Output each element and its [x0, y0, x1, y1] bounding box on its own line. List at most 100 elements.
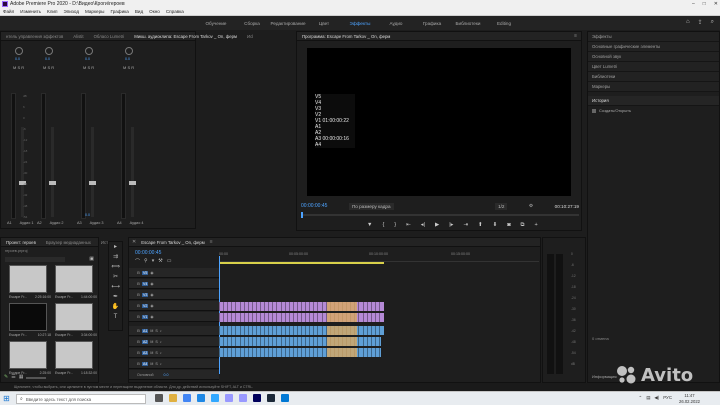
add-marker-icon[interactable]: ▾	[152, 258, 155, 265]
pan-value[interactable]: 0.0	[45, 57, 50, 61]
workspace-tab-5[interactable]: Аудио	[378, 21, 414, 26]
premiere-icon[interactable]	[225, 394, 233, 402]
solo-icon[interactable]: S	[155, 340, 157, 344]
video-track-header[interactable]: ⊟ V1 ◉	[129, 312, 219, 322]
audio-track-header[interactable]: ⊟ A2 M S ♪	[129, 337, 219, 347]
compare-icon[interactable]: ⧉	[521, 222, 525, 229]
top-panel-tab-4[interactable]: Исl	[242, 34, 258, 39]
right-panel-item-1[interactable]: Основные графические элементы	[588, 42, 719, 52]
eye-icon[interactable]: ◉	[150, 315, 153, 319]
audio-clip-a1[interactable]	[219, 326, 384, 335]
workspace-tab-4[interactable]: Эффекты	[342, 21, 378, 26]
history-entry[interactable]: Создать/Открыть	[599, 108, 631, 113]
media-encoder-icon[interactable]	[253, 394, 261, 402]
lock-icon[interactable]: ⊟	[137, 362, 140, 366]
settings-icon[interactable]: ⚙	[529, 203, 533, 209]
photoshop-icon[interactable]	[211, 394, 219, 402]
track-label[interactable]: V4	[142, 281, 149, 286]
info-panel-title[interactable]: Информация	[592, 374, 617, 379]
video-track-header[interactable]: ⊟ V4 ◉	[129, 279, 219, 289]
workspace-tab-2[interactable]: Редактирование	[270, 21, 306, 26]
workspace-tab-0[interactable]: Обучение	[198, 21, 234, 26]
step-forward-icon[interactable]: |▸	[449, 222, 453, 229]
mic-icon[interactable]: ♪	[160, 362, 162, 366]
selection-tool-icon[interactable]: ▸	[111, 243, 120, 252]
project-clip-thumbnail[interactable]	[9, 303, 47, 331]
lock-icon[interactable]: ⊟	[137, 340, 140, 344]
master-value[interactable]: 0.0	[163, 373, 168, 377]
video-clip-v2[interactable]	[219, 302, 384, 311]
workspace-tab-7[interactable]: Библиотеки	[450, 21, 486, 26]
track-label[interactable]: A2	[142, 339, 149, 344]
eye-icon[interactable]: ◉	[150, 304, 153, 308]
right-panel-item-4[interactable]: Библиотеки	[588, 72, 719, 82]
project-clip-thumbnail[interactable]	[9, 265, 47, 293]
mic-icon[interactable]: ♪	[160, 351, 162, 355]
track-label[interactable]: V2	[142, 303, 149, 308]
icon-view-icon[interactable]: ▦	[19, 374, 24, 380]
pencil-icon[interactable]: ✎	[4, 374, 8, 380]
search-icon[interactable]: ⌕	[711, 19, 714, 26]
menu-item-3[interactable]: Эпизод	[63, 8, 79, 15]
panel-menu-icon[interactable]: ≡	[210, 239, 213, 245]
track-label[interactable]: A3	[142, 350, 149, 355]
task-view-icon[interactable]	[155, 394, 163, 402]
project-clip-thumbnail[interactable]	[55, 265, 93, 293]
pan-value[interactable]: 0.0	[85, 57, 90, 61]
export-frame-icon[interactable]: ◙	[507, 222, 510, 229]
fader-handle[interactable]	[129, 181, 136, 185]
lock-icon[interactable]: ⊟	[137, 271, 140, 275]
mute-icon[interactable]: M	[150, 362, 153, 366]
video-track-header[interactable]: ⊟ V5 ◉	[129, 268, 219, 278]
tray-chevron-icon[interactable]: ⌃	[639, 395, 643, 401]
audio-track-header[interactable]: ⊟ A1 M S ♪	[129, 326, 219, 336]
video-track-header[interactable]: ⊟ V3 ◉	[129, 290, 219, 300]
audio-track-header[interactable]: ⊟ A3 M S ♪	[129, 348, 219, 358]
resolution-dropdown[interactable]: 1/2	[495, 202, 508, 210]
list-view-icon[interactable]: ☰	[11, 374, 15, 380]
lock-icon[interactable]: ⊟	[137, 293, 140, 297]
project-clip-thumbnail[interactable]	[9, 341, 47, 369]
mute-icon[interactable]: M	[150, 340, 153, 344]
captions-icon[interactable]: ▭	[167, 258, 172, 265]
pan-knob[interactable]	[15, 47, 23, 55]
track-label[interactable]: A1	[142, 328, 149, 333]
pan-knob[interactable]	[85, 47, 93, 55]
panel-menu-icon[interactable]: ≡	[574, 33, 581, 39]
right-panel-item-2[interactable]: Основной звук	[588, 52, 719, 62]
ripple-edit-icon[interactable]: ⟺	[111, 263, 120, 272]
linked-selection-icon[interactable]: ⚲	[144, 258, 148, 265]
lock-icon[interactable]: ⊟	[137, 282, 140, 286]
after-effects-icon[interactable]	[239, 394, 247, 402]
history-panel-title[interactable]: История	[588, 96, 719, 106]
workspace-tab-6[interactable]: Графика	[414, 21, 450, 26]
menu-item-4[interactable]: Маркеры	[85, 8, 104, 15]
edge-icon[interactable]	[197, 394, 205, 402]
project-tab-1[interactable]: Браузер медиаданных	[41, 240, 96, 245]
minimize-icon[interactable]: –	[692, 0, 695, 8]
razor-icon[interactable]: ✂	[111, 273, 120, 282]
network-icon[interactable]: ▤	[646, 395, 650, 401]
go-to-out-icon[interactable]: ⇥	[463, 222, 468, 229]
solo-icon[interactable]: S	[155, 329, 157, 333]
snap-icon[interactable]: ⌒	[135, 258, 140, 265]
top-panel-tab-1[interactable]: Аlistit	[68, 34, 88, 39]
menu-item-6[interactable]: Вид	[135, 8, 143, 15]
go-to-in-icon[interactable]: ⇤	[406, 222, 411, 229]
track-label[interactable]: V3	[142, 292, 149, 297]
menu-item-5[interactable]: Графика	[110, 8, 128, 15]
zoom-slider[interactable]	[26, 377, 47, 379]
work-area-bar[interactable]	[219, 262, 384, 264]
sequence-tab[interactable]: Escape From Tarkov _ On, ферм	[136, 240, 210, 245]
in-point-icon[interactable]: {	[382, 222, 384, 229]
right-panel-item-5[interactable]: Маркеры	[588, 82, 719, 92]
menu-item-7[interactable]: Окно	[149, 8, 160, 15]
workspace-tab-1[interactable]: Сборка	[234, 21, 270, 26]
project-search-input[interactable]	[5, 256, 65, 262]
close-icon[interactable]: ✕	[714, 0, 718, 8]
track-label[interactable]: V1	[142, 314, 149, 319]
menu-item-1[interactable]: Изменить	[20, 8, 41, 15]
hand-icon[interactable]: ✋	[111, 303, 120, 312]
top-panel-tab-2[interactable]: Обласо Lumetri	[89, 34, 130, 39]
lock-icon[interactable]: ⊟	[137, 351, 140, 355]
